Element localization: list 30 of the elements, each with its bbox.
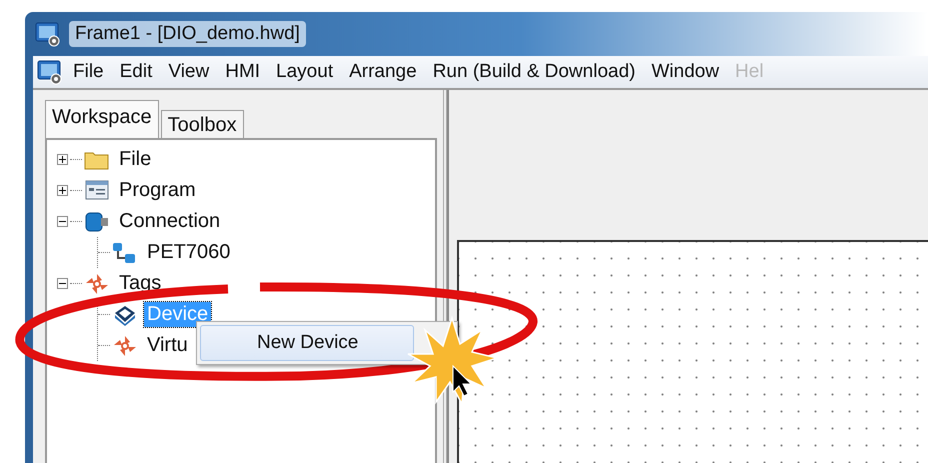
menu-item[interactable]: Arrange	[343, 58, 423, 86]
tree-item[interactable]: Program	[116, 178, 199, 203]
tree-item[interactable]: PET7060	[144, 240, 234, 265]
tab[interactable]: Toolbox	[160, 110, 244, 138]
menu-item[interactable]: View	[162, 58, 216, 86]
design-canvas[interactable]	[457, 240, 928, 463]
menu-item[interactable]: HMI	[219, 58, 266, 86]
connector-icon	[84, 210, 110, 234]
menu-option[interactable]: New Device	[200, 325, 414, 361]
expander-icon[interactable]	[57, 216, 68, 227]
tab[interactable]: Workspace	[45, 100, 159, 138]
tree-item[interactable]: Virtu	[144, 333, 191, 358]
expander-icon[interactable]	[57, 154, 68, 165]
window-title: Frame1 - [DIO_demo.hwd]	[69, 21, 306, 47]
pinwheel-icon	[112, 334, 138, 358]
menu-item[interactable]: Window	[645, 58, 726, 86]
app-icon	[37, 59, 63, 85]
expander-icon[interactable]	[57, 278, 68, 289]
menu-item[interactable]: Layout	[270, 58, 340, 86]
expander-icon[interactable]	[57, 185, 68, 196]
menu-item[interactable]: Edit	[114, 58, 158, 86]
menu-item[interactable]: File	[67, 58, 110, 86]
tree-item[interactable]: File	[116, 147, 154, 172]
tree-item[interactable]: Connection	[116, 209, 224, 234]
cursor-icon	[452, 364, 472, 397]
pinwheel-icon	[84, 272, 110, 296]
network-icon	[112, 240, 138, 264]
menu-item[interactable]: Run (Build & Download)	[426, 58, 642, 86]
app-icon	[35, 21, 61, 47]
window-icon	[84, 178, 110, 202]
